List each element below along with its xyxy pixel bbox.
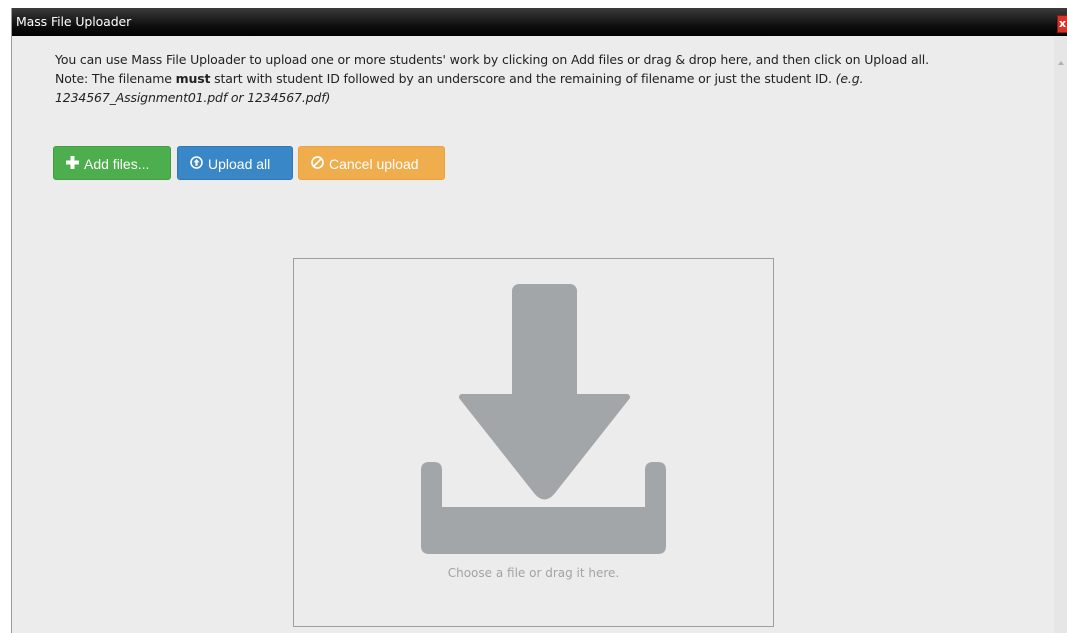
add-files-button[interactable]: Add files... bbox=[53, 146, 171, 180]
circle-arrow-up-icon bbox=[190, 147, 203, 181]
note-rest: start with student ID followed by an und… bbox=[210, 71, 836, 86]
dialog-content: You can use Mass File Uploader to upload… bbox=[12, 36, 1054, 633]
close-button[interactable]: x bbox=[1057, 15, 1067, 33]
scroll-up-arrow-icon[interactable] bbox=[1056, 52, 1066, 65]
cancel-upload-label: Cancel upload bbox=[329, 156, 419, 172]
filename-note: Note: The filename must start with stude… bbox=[55, 69, 1035, 107]
drop-zone-hint: Choose a file or drag it here. bbox=[447, 566, 620, 580]
download-icon bbox=[420, 284, 667, 558]
upload-all-button[interactable]: Upload all bbox=[177, 146, 293, 180]
plus-icon bbox=[66, 147, 79, 181]
ban-icon bbox=[311, 147, 324, 181]
vertical-scrollbar[interactable] bbox=[1054, 36, 1067, 633]
cancel-upload-button[interactable]: Cancel upload bbox=[298, 146, 445, 180]
file-drop-zone[interactable]: Choose a file or drag it here. bbox=[293, 258, 774, 627]
instructions: You can use Mass File Uploader to upload… bbox=[55, 50, 1035, 107]
upload-all-label: Upload all bbox=[208, 156, 271, 172]
instructions-line: You can use Mass File Uploader to upload… bbox=[55, 52, 929, 67]
note-emphasis: must bbox=[175, 71, 211, 86]
note-prefix: Note: The filename bbox=[55, 71, 176, 86]
mass-file-uploader-dialog: Mass File Uploader x You can use Mass Fi… bbox=[11, 8, 1067, 633]
dialog-title: Mass File Uploader bbox=[12, 8, 1067, 36]
add-files-label: Add files... bbox=[84, 156, 150, 172]
